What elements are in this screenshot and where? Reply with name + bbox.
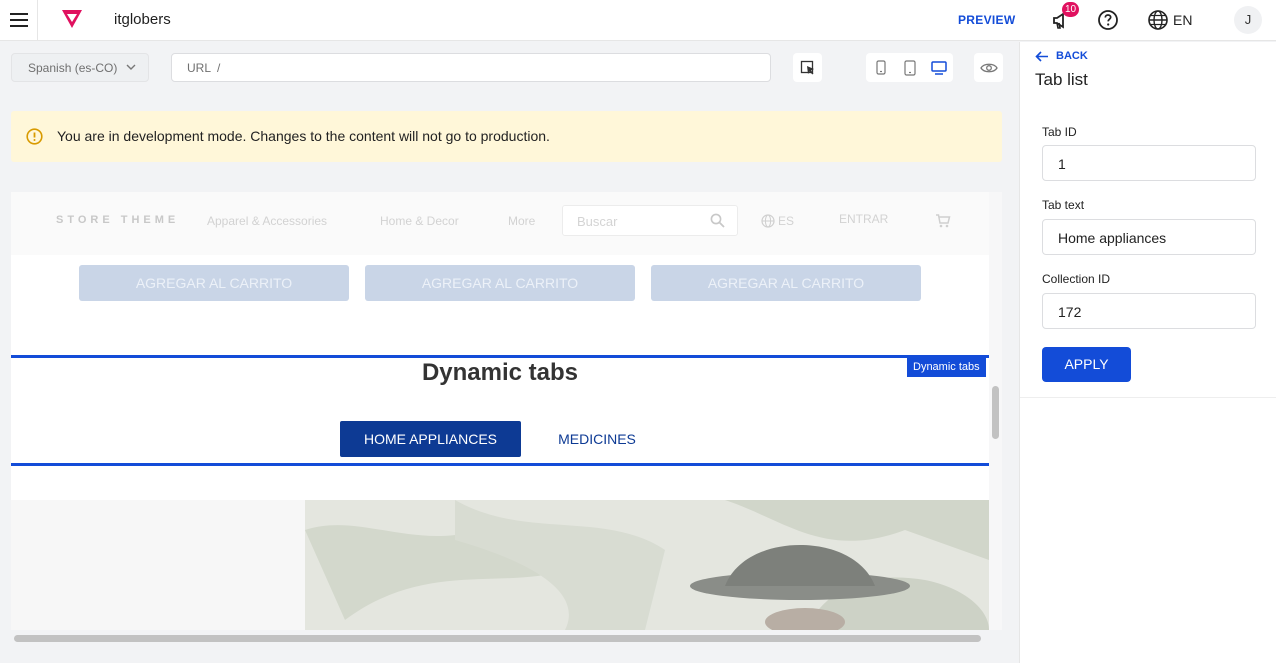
back-button[interactable]: BACK: [1035, 50, 1088, 62]
development-mode-banner: You are in development mode. Changes to …: [11, 111, 1002, 162]
account-name: itglobers: [114, 11, 171, 28]
back-label: BACK: [1056, 50, 1088, 62]
top-bar: itglobers PREVIEW 10 EN J: [0, 0, 1276, 41]
selected-section-top-border: [11, 355, 989, 358]
tab-home-appliances[interactable]: HOME APPLIANCES: [340, 421, 521, 457]
hamburger-icon: [9, 13, 28, 27]
collection-id-input[interactable]: 172: [1042, 293, 1256, 329]
collection-id-label: Collection ID: [1042, 272, 1111, 286]
tablet-icon: [903, 59, 916, 76]
phone-icon: [875, 60, 886, 75]
hero-photo: [305, 500, 989, 630]
hero-blank-area: [11, 500, 305, 630]
site-preview: STORE THEME Apparel & Accessories Home &…: [11, 192, 989, 630]
preview-toggle-button[interactable]: [974, 53, 1003, 82]
tab-text-label: Tab text: [1042, 198, 1085, 212]
store-nav-item[interactable]: More: [508, 214, 535, 228]
panel-divider: [1020, 397, 1276, 398]
desktop-view-button[interactable]: [924, 53, 953, 82]
store-nav-item[interactable]: Apparel & Accessories: [207, 214, 327, 228]
warning-icon: [26, 128, 43, 145]
url-value: /: [217, 61, 221, 75]
dynamic-tabs-title: Dynamic tabs: [421, 359, 579, 386]
block-editor-panel: BACK Tab list Tab ID 1 Tab text Home app…: [1019, 42, 1276, 663]
store-login[interactable]: ENTRAR: [839, 212, 888, 226]
arrow-left-icon: [1035, 50, 1048, 62]
vtex-logo-icon: [62, 10, 82, 28]
store-language[interactable]: ES: [778, 214, 794, 228]
preview-button[interactable]: PREVIEW: [958, 13, 1015, 27]
apply-button[interactable]: APPLY: [1042, 347, 1131, 382]
locale-value: Spanish (es-CO): [28, 61, 118, 75]
tab-id-input[interactable]: 1: [1042, 145, 1256, 181]
user-avatar[interactable]: J: [1234, 6, 1262, 34]
banner-message: You are in development mode. Changes to …: [57, 128, 550, 144]
notification-badge: 10: [1062, 2, 1079, 17]
vertical-scrollbar-thumb[interactable]: [992, 386, 999, 439]
add-to-cart-button[interactable]: AGREGAR AL CARRITO: [651, 265, 921, 301]
device-switcher: [866, 53, 953, 82]
mobile-view-button[interactable]: [866, 53, 895, 82]
panel-title: Tab list: [1035, 70, 1088, 89]
add-to-cart-button[interactable]: AGREGAR AL CARRITO: [365, 265, 635, 301]
add-to-cart-button[interactable]: AGREGAR AL CARRITO: [79, 265, 349, 301]
chevron-down-icon: [126, 64, 136, 70]
horizontal-scrollbar-thumb[interactable]: [14, 635, 981, 642]
store-header: STORE THEME Apparel & Accessories Home &…: [11, 192, 989, 255]
selected-section-bottom-border: [11, 463, 989, 466]
tablet-view-button[interactable]: [895, 53, 924, 82]
tab-text-input[interactable]: Home appliances: [1042, 219, 1256, 255]
store-nav-item[interactable]: Home & Decor: [380, 214, 459, 228]
tab-medicines[interactable]: MEDICINES: [540, 421, 654, 457]
hero-image[interactable]: [305, 500, 989, 630]
url-label: URL: [187, 61, 212, 75]
cart-icon[interactable]: [935, 213, 951, 228]
store-search-placeholder: Buscar: [577, 214, 618, 229]
locale-select[interactable]: Spanish (es-CO): [11, 53, 149, 82]
cursor-select-icon: [800, 60, 814, 74]
desktop-icon: [930, 60, 947, 75]
store-brand[interactable]: STORE THEME: [56, 214, 179, 226]
search-icon[interactable]: [710, 213, 725, 228]
menu-button[interactable]: [0, 0, 38, 40]
help-icon[interactable]: [1097, 9, 1119, 31]
language-selector[interactable]: EN: [1173, 12, 1192, 28]
eye-icon: [979, 63, 998, 72]
store-search-input[interactable]: Buscar: [562, 205, 738, 236]
globe-icon[interactable]: [1147, 9, 1169, 31]
url-field[interactable]: URL /: [171, 53, 771, 82]
tab-id-label: Tab ID: [1042, 125, 1077, 139]
select-element-button[interactable]: [793, 53, 822, 82]
store-globe-icon: [761, 214, 775, 228]
